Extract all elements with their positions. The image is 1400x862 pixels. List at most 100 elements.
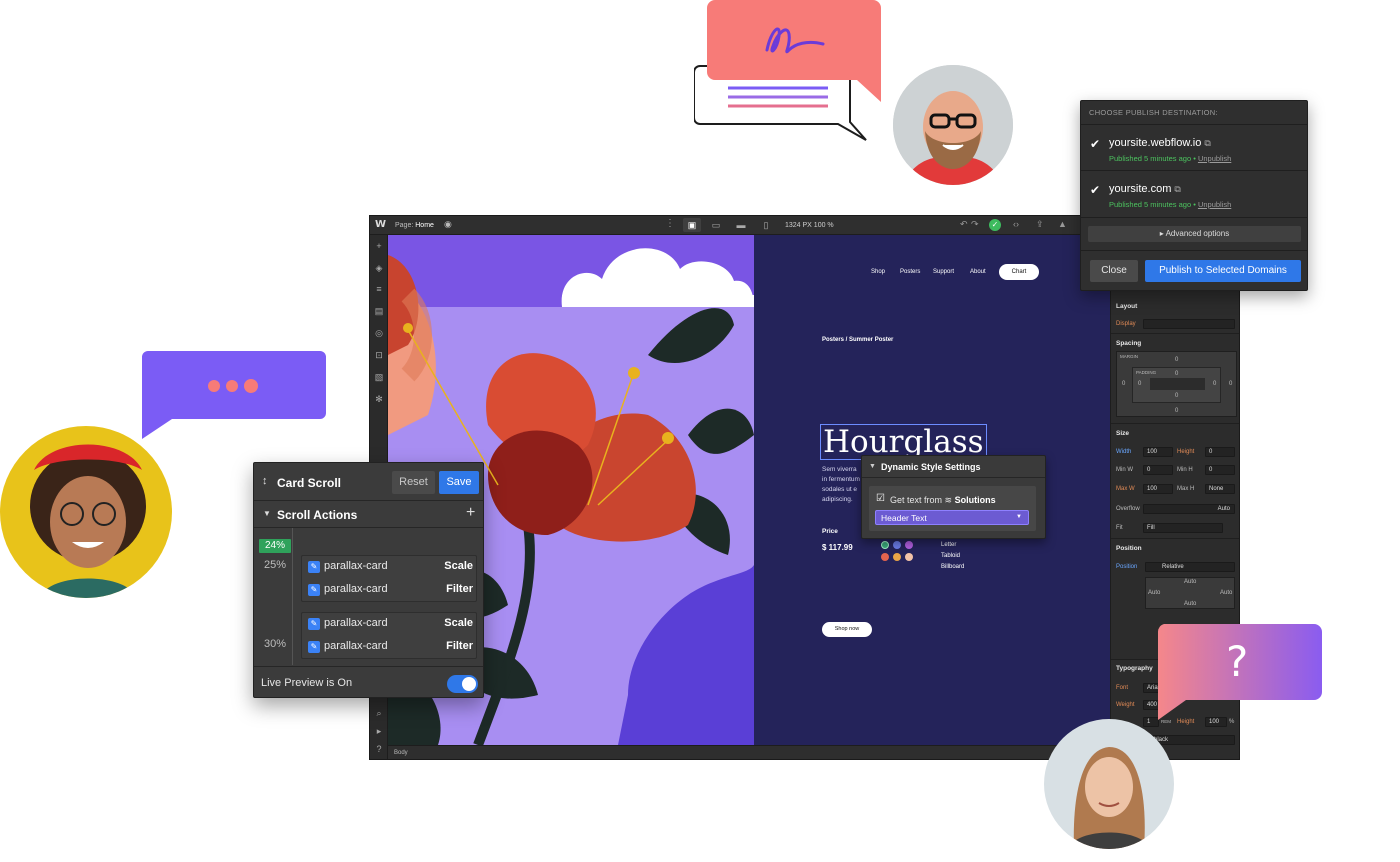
color-swatch[interactable] xyxy=(893,541,901,549)
offset-right[interactable]: Auto xyxy=(1220,590,1232,596)
export-icon[interactable]: ⇪ xyxy=(1036,219,1044,230)
offset-bottom[interactable]: Auto xyxy=(1184,601,1196,607)
external-link-icon[interactable]: ⧉ xyxy=(1204,138,1210,148)
margin-left[interactable]: 0 xyxy=(1122,381,1125,387)
padding-top[interactable]: 0 xyxy=(1175,371,1178,377)
display-options[interactable] xyxy=(1143,319,1235,329)
pages-icon[interactable]: ▤ xyxy=(373,305,385,317)
publish-destination[interactable]: ✔ yoursite.webflow.io ⧉ Published 5 minut… xyxy=(1081,124,1307,170)
margin-top[interactable]: 0 xyxy=(1175,357,1178,363)
desktop-breakpoint-icon[interactable]: ▣ xyxy=(683,218,701,232)
position-section[interactable]: Position xyxy=(1116,545,1142,552)
timeline-step-percent[interactable]: 30% xyxy=(264,638,286,650)
padding-right[interactable]: 0 xyxy=(1213,381,1216,387)
mobile-breakpoint-icon[interactable]: ▯ xyxy=(757,218,775,232)
site-breadcrumb[interactable]: Posters / Summer Poster xyxy=(822,337,893,343)
publish-button[interactable]: Publish to Selected Domains xyxy=(1145,260,1301,282)
scroll-actions-header[interactable]: ▼ Scroll Actions + xyxy=(254,501,483,528)
min-width-input[interactable]: 0 xyxy=(1143,465,1173,475)
video-icon[interactable]: ▸ xyxy=(373,725,385,737)
cms-icon[interactable]: ◎ xyxy=(373,327,385,339)
nav-about[interactable]: About xyxy=(970,269,986,275)
size-option-tabloid[interactable]: Tabloid xyxy=(941,553,960,559)
position-select[interactable]: Relative xyxy=(1145,562,1235,572)
advanced-options-button[interactable]: ▸ Advanced options xyxy=(1088,226,1301,242)
shop-now-button[interactable]: Shop now xyxy=(822,622,872,637)
get-text-checkbox[interactable]: ☑ xyxy=(876,494,886,504)
landscape-breakpoint-icon[interactable]: ▬ xyxy=(732,218,750,232)
redo-icon[interactable]: ↷ xyxy=(971,219,979,230)
padding-bottom[interactable]: 0 xyxy=(1175,393,1178,399)
color-swatch[interactable] xyxy=(905,553,913,561)
padding-box[interactable]: PADDING 0 0 0 0 xyxy=(1132,367,1221,403)
symbols-icon[interactable]: ◈ xyxy=(373,262,385,274)
size-section[interactable]: Size xyxy=(1116,430,1129,437)
max-height-input[interactable]: None xyxy=(1205,484,1235,494)
code-icon[interactable]: ‹› xyxy=(1013,219,1019,229)
tablet-breakpoint-icon[interactable]: ▭ xyxy=(707,218,725,232)
eye-icon[interactable]: ◉ xyxy=(444,219,452,230)
page-selector[interactable]: Page: Home xyxy=(395,222,434,229)
typography-section[interactable]: Typography xyxy=(1116,665,1153,672)
search-icon[interactable]: ⌕ xyxy=(373,707,385,719)
height-input[interactable]: 0 xyxy=(1205,447,1235,457)
more-icon[interactable]: ⋮ xyxy=(665,218,675,229)
action-row[interactable]: ✎ parallax-card Filter xyxy=(308,581,473,599)
spacing-box[interactable]: MARGIN 0 0 0 0 PADDING 0 0 0 0 xyxy=(1116,351,1237,417)
scroll-progress-marker[interactable]: 24% xyxy=(259,539,291,553)
unpublish-link[interactable]: Unpublish xyxy=(1198,154,1231,163)
audit-icon[interactable]: ▲ xyxy=(1058,219,1067,229)
nav-support[interactable]: Support xyxy=(933,269,954,275)
external-link-icon[interactable]: ⧉ xyxy=(1174,184,1180,194)
color-swatch[interactable] xyxy=(893,553,901,561)
undo-icon[interactable]: ↶ xyxy=(960,219,968,230)
offset-top[interactable]: Auto xyxy=(1184,579,1196,585)
add-action-icon[interactable]: + xyxy=(466,504,475,522)
add-icon[interactable]: + xyxy=(373,240,385,252)
unpublish-link[interactable]: Unpublish xyxy=(1198,200,1231,209)
destination-checkbox[interactable]: ✔ xyxy=(1090,183,1100,197)
action-group[interactable]: ✎ parallax-card Scale ✎ parallax-card Fi… xyxy=(301,612,477,659)
action-row[interactable]: ✎ parallax-card Filter xyxy=(308,638,473,656)
fit-select[interactable]: Fill xyxy=(1143,523,1223,533)
settings-icon[interactable]: ✻ xyxy=(373,393,385,405)
nav-shop[interactable]: Shop xyxy=(871,269,885,275)
spacing-section[interactable]: Spacing xyxy=(1116,340,1141,347)
ecommerce-icon[interactable]: ⊡ xyxy=(373,349,385,361)
breadcrumb-body[interactable]: Body xyxy=(394,750,408,756)
reset-button[interactable]: Reset xyxy=(392,471,435,494)
color-swatch[interactable] xyxy=(881,541,889,549)
help-icon[interactable]: ? xyxy=(373,743,385,755)
action-group[interactable]: ✎ parallax-card Scale ✎ parallax-card Fi… xyxy=(301,555,477,602)
margin-bottom[interactable]: 0 xyxy=(1175,408,1178,414)
collapse-triangle-icon[interactable]: ▼ xyxy=(263,509,271,518)
navigator-icon[interactable]: ≡ xyxy=(373,283,385,295)
padding-left[interactable]: 0 xyxy=(1138,381,1141,387)
action-row[interactable]: ✎ parallax-card Scale xyxy=(308,558,473,576)
width-input[interactable]: 100 xyxy=(1143,447,1173,457)
dynamic-style-header[interactable]: ▼ Dynamic Style Settings xyxy=(862,456,1045,478)
size-option-letter[interactable]: Letter xyxy=(941,542,956,548)
save-button[interactable]: Save xyxy=(439,471,479,494)
margin-right[interactable]: 0 xyxy=(1229,381,1232,387)
webflow-logo[interactable]: W xyxy=(375,219,386,230)
assets-icon[interactable]: ▧ xyxy=(373,371,385,383)
live-preview-toggle[interactable] xyxy=(447,675,478,693)
max-width-input[interactable]: 100 xyxy=(1143,484,1173,494)
min-height-input[interactable]: 0 xyxy=(1205,465,1235,475)
timeline-step-percent[interactable]: 25% xyxy=(264,559,286,571)
color-swatch[interactable] xyxy=(905,541,913,549)
destination-checkbox[interactable]: ✔ xyxy=(1090,137,1100,151)
position-offsets[interactable]: Auto Auto Auto Auto xyxy=(1145,577,1235,609)
size-option-billboard[interactable]: Billboard xyxy=(941,564,964,570)
offset-left[interactable]: Auto xyxy=(1148,590,1160,596)
field-select[interactable]: Header Text ▼ xyxy=(875,510,1029,525)
close-button[interactable]: Close xyxy=(1090,260,1138,282)
color-swatch[interactable] xyxy=(881,553,889,561)
nav-cta-button[interactable]: Chart xyxy=(999,264,1039,280)
action-row[interactable]: ✎ parallax-card Scale xyxy=(308,615,473,633)
collapse-triangle-icon[interactable]: ▼ xyxy=(869,463,876,470)
publish-destination[interactable]: ✔ yoursite.com ⧉ Published 5 minutes ago … xyxy=(1081,170,1307,216)
nav-posters[interactable]: Posters xyxy=(900,269,920,275)
layout-section[interactable]: Layout xyxy=(1116,303,1137,310)
